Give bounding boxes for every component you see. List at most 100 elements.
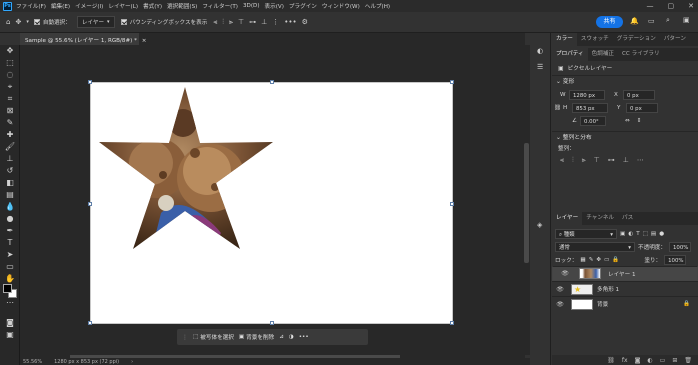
transform-handle[interactable] bbox=[88, 202, 92, 206]
object-select-tool-icon[interactable]: ⌖ bbox=[0, 81, 20, 93]
close-window-button[interactable]: ✕ bbox=[688, 2, 694, 10]
quick-mask-icon[interactable]: ◙ bbox=[0, 317, 20, 329]
link-icon[interactable]: ⛓ bbox=[554, 105, 561, 111]
maximize-button[interactable]: ▢ bbox=[668, 2, 675, 10]
blend-mode-select[interactable]: 通常 ▾ bbox=[555, 241, 635, 252]
menu-help[interactable]: ヘルプ(H) bbox=[365, 2, 390, 10]
transform-handle[interactable] bbox=[88, 321, 92, 325]
transform-handle[interactable] bbox=[450, 80, 454, 84]
menu-file[interactable]: ファイル(F) bbox=[16, 2, 46, 10]
filter-type-icon[interactable]: T bbox=[636, 231, 639, 237]
tab-close-icon[interactable]: × bbox=[142, 38, 147, 44]
lock-paint-icon[interactable]: ✎ bbox=[589, 257, 594, 263]
gradient-tool-icon[interactable]: ▤ bbox=[0, 189, 20, 201]
document-tab[interactable]: Sample @ 55.6% (レイヤー 1, RGB/8#) * × bbox=[20, 33, 146, 45]
tab-gradients[interactable]: グラデーション bbox=[613, 33, 660, 46]
align-right-icon[interactable]: ⫸ bbox=[582, 156, 586, 165]
screen-mode-icon[interactable]: ▣ bbox=[0, 329, 20, 341]
lock-pixels-icon[interactable]: ▦ bbox=[580, 257, 585, 263]
transform-icon[interactable]: ⊿ bbox=[279, 334, 284, 340]
align-vcenter-icon[interactable]: ⊶ bbox=[608, 156, 615, 164]
canvas-area[interactable]: ⋮ ⬚ 被写体を選択 ▣ 背景を削除 ⊿ ◑ ••• bbox=[20, 45, 525, 355]
chevron-down-icon[interactable]: ▾ bbox=[26, 19, 29, 25]
minimize-button[interactable]: — bbox=[647, 2, 654, 10]
new-group-icon[interactable]: ▭ bbox=[660, 357, 666, 364]
width-field[interactable]: 1280 px bbox=[569, 89, 605, 100]
history-brush-tool-icon[interactable]: ↺ bbox=[0, 165, 20, 177]
type-tool-icon[interactable]: T bbox=[0, 237, 20, 249]
vertical-scrollbar[interactable] bbox=[523, 45, 530, 355]
scroll-thumb[interactable] bbox=[524, 143, 529, 263]
menu-select[interactable]: 選択範囲(S) bbox=[167, 2, 197, 10]
layers-panel-icon[interactable]: ◈ bbox=[537, 221, 542, 229]
transform-handle[interactable] bbox=[450, 321, 454, 325]
zoom-level[interactable]: 55.56% bbox=[23, 359, 42, 365]
distribute-icon[interactable]: ⋮ bbox=[272, 18, 279, 26]
eye-icon[interactable]: 👁 bbox=[555, 286, 565, 293]
menu-filter[interactable]: フィルター(T) bbox=[202, 2, 238, 10]
transform-handle[interactable] bbox=[270, 80, 274, 84]
layer-filter-select[interactable]: ⌕ 種類 ▾ bbox=[555, 228, 617, 239]
gear-icon[interactable]: ⚙ bbox=[302, 18, 308, 26]
shape-tool-icon[interactable]: ▭ bbox=[0, 261, 20, 273]
layer-name[interactable]: 背景 bbox=[597, 300, 608, 308]
filter-pixel-icon[interactable]: ▣ bbox=[620, 231, 625, 237]
bell-icon[interactable]: 🔔 bbox=[630, 17, 639, 25]
tab-swatches[interactable]: スウォッチ bbox=[577, 33, 613, 46]
menu-image[interactable]: イメージ(I) bbox=[75, 2, 103, 10]
filter-smart-icon[interactable]: ▤ bbox=[651, 231, 656, 237]
transform-section-title[interactable]: ⌄ 変形 bbox=[552, 76, 698, 88]
search-icon[interactable]: ⌕ bbox=[666, 16, 670, 25]
layer-name[interactable]: レイヤー 1 bbox=[608, 270, 636, 278]
new-layer-icon[interactable]: ⊞ bbox=[672, 357, 677, 364]
lock-move-icon[interactable]: ✥ bbox=[596, 257, 601, 263]
height-field[interactable]: 853 px bbox=[572, 102, 608, 113]
home-icon[interactable]: ⌂ bbox=[6, 18, 10, 26]
tab-channels[interactable]: チャンネル bbox=[582, 212, 618, 225]
link-layers-icon[interactable]: ⛓ bbox=[607, 357, 615, 364]
menu-3d[interactable]: 3D(D) bbox=[243, 3, 260, 9]
color-panel-icon[interactable]: ◐ bbox=[537, 47, 543, 55]
layer-name[interactable]: 多角形 1 bbox=[597, 285, 619, 293]
frame-tool-icon[interactable]: ⊠ bbox=[0, 105, 20, 117]
filter-toggle-icon[interactable]: ● bbox=[659, 231, 664, 237]
dodge-tool-icon[interactable]: ● bbox=[0, 213, 20, 225]
more-options-icon[interactable]: ••• bbox=[284, 18, 296, 26]
layer-row[interactable]: 👁 ★ 多角形 1 bbox=[552, 281, 698, 296]
more-tools-icon[interactable]: ⋯ bbox=[0, 297, 20, 309]
filter-adjust-icon[interactable]: ◐ bbox=[628, 231, 633, 237]
drag-handle-icon[interactable]: ⋮ bbox=[182, 334, 188, 341]
document-canvas[interactable] bbox=[88, 80, 454, 325]
stamp-tool-icon[interactable]: ⊥ bbox=[0, 153, 20, 165]
add-mask-icon[interactable]: ◙ bbox=[635, 357, 641, 364]
path-select-tool-icon[interactable]: ➤ bbox=[0, 249, 20, 261]
eye-icon[interactable]: 👁 bbox=[560, 270, 570, 277]
menu-plugins[interactable]: プラグイン bbox=[289, 2, 317, 10]
brush-tool-icon[interactable]: 🖌 bbox=[0, 141, 20, 153]
tab-color[interactable]: カラー bbox=[552, 33, 577, 46]
remove-background-button[interactable]: ▣ 背景を削除 bbox=[239, 333, 274, 341]
eye-icon[interactable]: 👁 bbox=[555, 301, 565, 308]
bbox-checkbox[interactable] bbox=[120, 19, 127, 25]
layer-row[interactable]: 👁 背景 🔒 bbox=[552, 296, 698, 311]
lock-artboard-icon[interactable]: ▭ bbox=[604, 257, 609, 263]
flip-horizontal-icon[interactable]: ⇔ bbox=[625, 118, 630, 124]
tab-patterns[interactable]: パターン bbox=[660, 33, 690, 46]
select-subject-button[interactable]: ⬚ 被写体を選択 bbox=[193, 333, 234, 341]
tab-properties[interactable]: プロパティ bbox=[552, 48, 588, 61]
lasso-tool-icon[interactable]: ◌ bbox=[0, 69, 20, 81]
filter-shape-icon[interactable]: ⬚ bbox=[643, 231, 648, 237]
align-top-icon[interactable]: ⊤ bbox=[238, 18, 244, 26]
blur-tool-icon[interactable]: 💧 bbox=[0, 201, 20, 213]
adjustment-icon[interactable]: ◑ bbox=[289, 334, 294, 340]
flip-vertical-icon[interactable]: ⇕ bbox=[637, 118, 642, 124]
angle-field[interactable]: 0.00° bbox=[580, 115, 607, 126]
trash-icon[interactable]: 🗑 bbox=[684, 357, 692, 364]
transform-handle[interactable] bbox=[270, 321, 274, 325]
eraser-tool-icon[interactable]: ◧ bbox=[0, 177, 20, 189]
properties-panel-icon[interactable]: ☰ bbox=[537, 63, 543, 71]
pen-tool-icon[interactable]: ✒ bbox=[0, 225, 20, 237]
menu-layer[interactable]: レイヤー(L) bbox=[108, 2, 138, 10]
align-hcenter-icon[interactable]: ⫶ bbox=[572, 156, 574, 165]
transform-handle[interactable] bbox=[450, 202, 454, 206]
